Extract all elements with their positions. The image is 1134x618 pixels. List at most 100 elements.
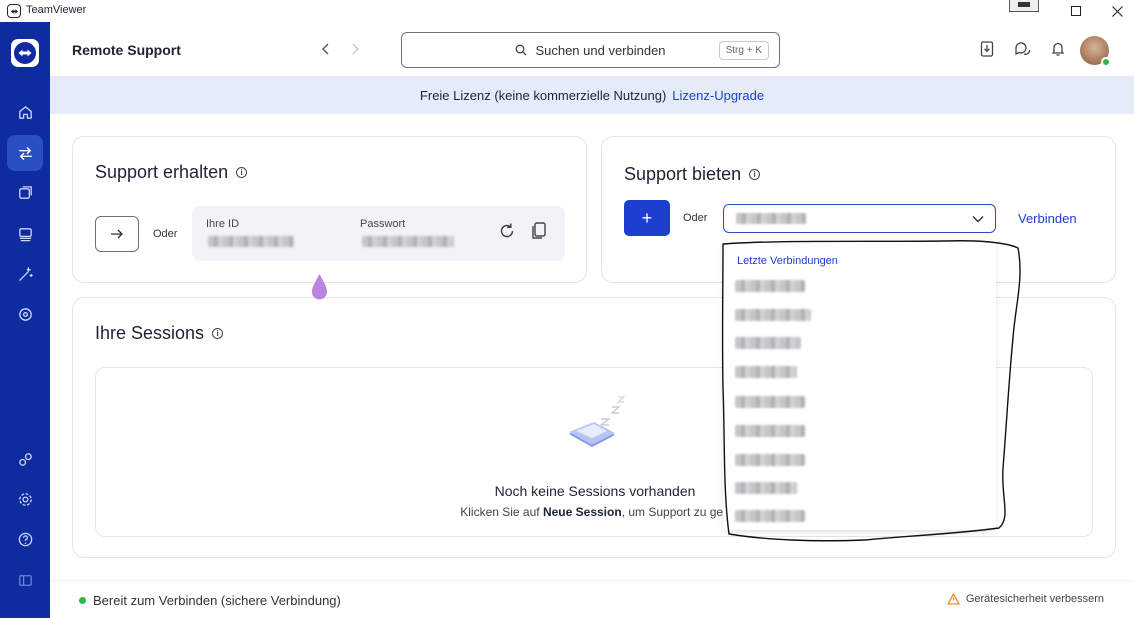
recent-connections-dropdown: Letzte Verbindungen xyxy=(723,240,996,530)
empty-sessions-illustration-icon xyxy=(569,396,626,447)
maximize-icon xyxy=(1071,6,1081,16)
new-session-button[interactable]: + xyxy=(624,200,670,236)
license-upgrade-link[interactable]: Lizenz-Upgrade xyxy=(672,88,764,103)
gear-icon xyxy=(18,492,32,506)
refresh-icon xyxy=(500,223,514,238)
window-titlebar: TeamViewer xyxy=(0,0,1134,22)
recent-connection-item[interactable] xyxy=(735,337,801,349)
sidebar-item-sessions[interactable] xyxy=(7,216,43,252)
copy-credentials-button[interactable] xyxy=(529,221,549,241)
transfer-arrows-icon xyxy=(18,146,32,160)
download-file-icon xyxy=(980,41,994,57)
help-icon xyxy=(18,532,32,546)
back-button[interactable] xyxy=(317,40,335,58)
chevron-right-icon xyxy=(352,43,359,55)
sidebar-item-home[interactable] xyxy=(7,94,43,130)
password-value-redacted xyxy=(362,236,454,247)
search-icon xyxy=(515,44,527,56)
info-icon[interactable]: i xyxy=(749,169,761,180)
stack-icon xyxy=(18,227,32,241)
recent-connection-item[interactable] xyxy=(735,309,811,321)
close-icon xyxy=(1111,5,1123,17)
sidebar-item-tools[interactable] xyxy=(7,256,43,292)
header: Remote Support Suchen und verbinden Strg… xyxy=(50,22,1134,76)
chevron-down-icon[interactable] xyxy=(971,212,985,226)
sessions-title: Ihre Sessions xyxy=(95,323,205,343)
search-placeholder: Suchen und verbinden xyxy=(535,42,666,58)
or-label: Oder xyxy=(153,228,178,240)
wand-icon xyxy=(18,266,33,281)
recent-connection-item[interactable] xyxy=(735,482,797,494)
devices-icon xyxy=(18,185,32,199)
collapse-panel-icon xyxy=(18,574,32,586)
info-icon[interactable]: i xyxy=(236,167,248,178)
sidebar-item-remote-support[interactable] xyxy=(7,135,43,171)
notifications-button[interactable] xyxy=(1049,40,1067,58)
info-icon[interactable]: i xyxy=(212,328,224,339)
get-support-title-row: Support erhalten i xyxy=(95,162,248,183)
maximize-button[interactable] xyxy=(1056,0,1096,22)
get-support-card: Support erhalten i Oder Ihre ID Passwort xyxy=(72,136,587,283)
link-icon xyxy=(18,452,32,466)
id-password-panel: Ihre ID Passwort xyxy=(192,206,565,261)
empty-hint-bold: Neue Session xyxy=(542,505,622,519)
copy-icon xyxy=(532,222,546,239)
chevron-left-icon xyxy=(322,43,329,55)
partner-id-combobox[interactable] xyxy=(723,204,996,233)
join-session-button[interactable] xyxy=(95,216,139,252)
sidebar-collapse-button[interactable] xyxy=(7,562,43,598)
sidebar-item-help[interactable] xyxy=(7,521,43,557)
sidebar-item-monitoring[interactable] xyxy=(7,296,43,332)
recent-connection-item[interactable] xyxy=(735,425,805,437)
status-bar: Bereit zum Verbinden (sichere Verbindung… xyxy=(50,580,1134,618)
connect-button[interactable]: Verbinden xyxy=(1018,211,1077,226)
search-input[interactable]: Suchen und verbinden Strg + K xyxy=(401,32,780,68)
sidebar xyxy=(0,22,50,618)
teamviewer-app-logo xyxy=(11,39,39,67)
remote-control-icon[interactable] xyxy=(1009,0,1039,12)
window-title: TeamViewer xyxy=(26,4,87,16)
close-button[interactable] xyxy=(1097,0,1134,22)
recent-connection-item[interactable] xyxy=(735,454,805,466)
chat-button[interactable] xyxy=(1013,40,1031,58)
or-label: Oder xyxy=(683,212,708,224)
bell-icon xyxy=(1051,42,1065,56)
connection-status-dot xyxy=(79,597,86,604)
avatar[interactable] xyxy=(1080,36,1111,67)
page-title: Remote Support xyxy=(72,42,181,58)
arrow-right-icon xyxy=(111,229,123,239)
sidebar-item-devices[interactable] xyxy=(7,175,43,211)
recent-connection-item[interactable] xyxy=(735,280,805,292)
forward-button[interactable] xyxy=(346,40,364,58)
download-button[interactable] xyxy=(978,40,996,58)
target-gear-icon xyxy=(18,307,32,321)
warning-triangle-icon xyxy=(947,593,960,605)
license-text: Freie Lizenz (keine kommerzielle Nutzung… xyxy=(419,87,667,103)
empty-hint-suffix: , um Support zu geb xyxy=(621,505,730,519)
teamviewer-logo-icon xyxy=(7,4,21,18)
recent-connections-header: Letzte Verbindungen xyxy=(737,255,838,267)
search-shortcut-badge: Strg + K xyxy=(718,41,769,60)
your-id-label: Ihre ID xyxy=(206,218,240,230)
give-support-title-row: Support bieten i xyxy=(624,164,761,185)
partner-id-value-redacted xyxy=(736,213,806,224)
recent-connection-item[interactable] xyxy=(735,510,805,522)
sidebar-item-settings[interactable] xyxy=(7,481,43,517)
improve-security-text: Gerätesicherheit verbessern xyxy=(965,593,1104,605)
recent-connection-item[interactable] xyxy=(735,366,797,378)
license-banner: Freie Lizenz (keine kommerzielle Nutzung… xyxy=(50,76,1134,114)
empty-hint-prefix: Klicken Sie auf xyxy=(460,505,540,519)
double-arrow-icon xyxy=(18,49,32,57)
your-id-value-redacted xyxy=(208,236,294,247)
password-label: Passwort xyxy=(360,218,406,230)
give-support-title: Support bieten xyxy=(624,164,742,184)
online-status-dot xyxy=(1101,57,1111,67)
home-icon xyxy=(18,105,32,119)
sessions-title-row: Ihre Sessions i xyxy=(95,323,224,344)
sidebar-item-integrations[interactable] xyxy=(7,441,43,477)
refresh-password-button[interactable] xyxy=(497,221,517,241)
get-support-title: Support erhalten xyxy=(95,162,229,182)
improve-security-link[interactable]: Gerätesicherheit verbessern xyxy=(947,593,1104,605)
recent-connection-item[interactable] xyxy=(735,396,805,408)
drop-marker-icon xyxy=(312,274,327,300)
